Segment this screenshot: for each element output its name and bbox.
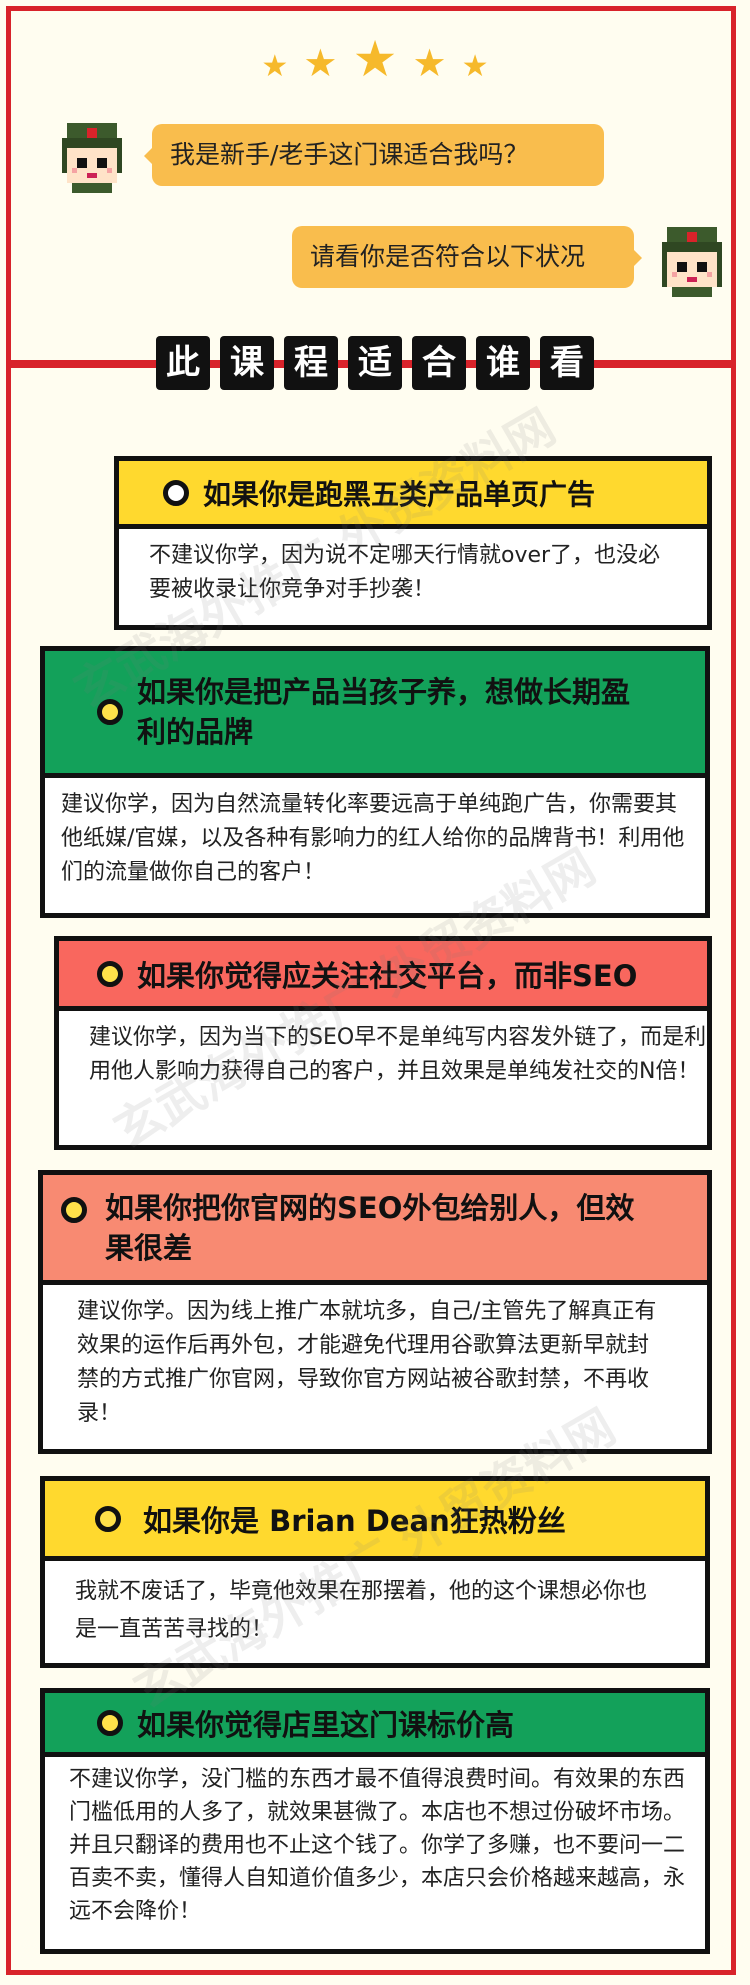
case-body: 不建议你学，因为说不定哪天行情就over了，也没必要被收录让你竞争对手抄袭！ — [149, 543, 661, 602]
soldier-avatar-icon — [662, 227, 722, 297]
case-heading: 如果你觉得应关注社交平台，而非SEO — [59, 941, 707, 1011]
case-heading: 如果你是把产品当孩子养，想做长期盈利的品牌 — [45, 651, 705, 778]
rating-stars: ★ ★ ★ ★ ★ — [0, 34, 750, 84]
section-title: 此课程适合谁看 — [0, 336, 750, 390]
soldier-avatar-icon — [62, 123, 122, 193]
title-char: 谁 — [476, 336, 530, 390]
title-char: 此 — [156, 336, 210, 390]
star-icon: ★ — [352, 30, 398, 88]
bullet-icon — [97, 1709, 123, 1736]
title-char: 合 — [412, 336, 466, 390]
case-heading: 如果你把你官网的SEO外包给别人，但效果很差 — [43, 1175, 707, 1285]
case-card-1: 如果你是跑黑五类产品单页广告 不建议你学，因为说不定哪天行情就over了，也没必… — [114, 456, 712, 630]
bullet-icon — [97, 960, 123, 987]
star-icon: ★ — [461, 49, 489, 84]
bullet-icon — [163, 479, 189, 506]
case-card-2: 如果你是把产品当孩子养，想做长期盈利的品牌 建议你学，因为自然流量转化率要远高于… — [40, 646, 710, 918]
title-char: 程 — [284, 336, 338, 390]
title-char: 看 — [540, 336, 594, 390]
case-heading: 如果你是 Brian Dean狂热粉丝 — [45, 1481, 705, 1561]
case-card-6: 如果你觉得店里这门课标价高 不建议你学，没门槛的东西才最不值得浪费时间。有效果的… — [40, 1688, 710, 1954]
case-card-5: 如果你是 Brian Dean狂热粉丝 我就不废话了，毕竟他效果在那摆着，他的这… — [40, 1476, 710, 1668]
answer-bubble: 请看你是否符合以下状况 — [292, 226, 642, 288]
case-heading: 如果你是跑黑五类产品单页广告 — [119, 461, 707, 529]
title-char: 适 — [348, 336, 402, 390]
star-icon: ★ — [412, 41, 447, 85]
case-card-3: 如果你觉得应关注社交平台，而非SEO 建议你学，因为当下的SEO早不是单纯写内容… — [54, 936, 712, 1150]
star-icon: ★ — [261, 49, 289, 84]
question-bubble: 我是新手/老手这门课适合我吗？ — [144, 124, 604, 186]
bullet-icon — [95, 1505, 121, 1532]
case-heading: 如果你觉得店里这门课标价高 — [45, 1693, 705, 1757]
case-body: 建议你学，因为当下的SEO早不是单纯写内容发外链了，而是利用他人影响力获得自己的… — [89, 1025, 707, 1084]
case-card-4: 如果你把你官网的SEO外包给别人，但效果很差 建议你学。因为线上推广本就坑多，自… — [38, 1170, 712, 1454]
case-body: 建议你学。因为线上推广本就坑多，自己/主管先了解真正有效果的运作后再外包，才能避… — [77, 1299, 657, 1426]
title-char: 课 — [220, 336, 274, 390]
case-body: 建议你学，因为自然流量转化率要远高于单纯跑广告，你需要其他纸媒/官媒，以及各种有… — [61, 792, 685, 885]
case-body: 我就不废话了，毕竟他效果在那摆着，他的这个课想必你也是一直苦苦寻找的！ — [75, 1579, 648, 1642]
bullet-icon — [97, 699, 123, 725]
star-icon: ★ — [303, 41, 338, 85]
case-body: 不建议你学，没门槛的东西才最不值得浪费时间。有效果的东西门槛低用的人多了，就效果… — [69, 1767, 686, 1924]
bullet-icon — [61, 1197, 87, 1223]
